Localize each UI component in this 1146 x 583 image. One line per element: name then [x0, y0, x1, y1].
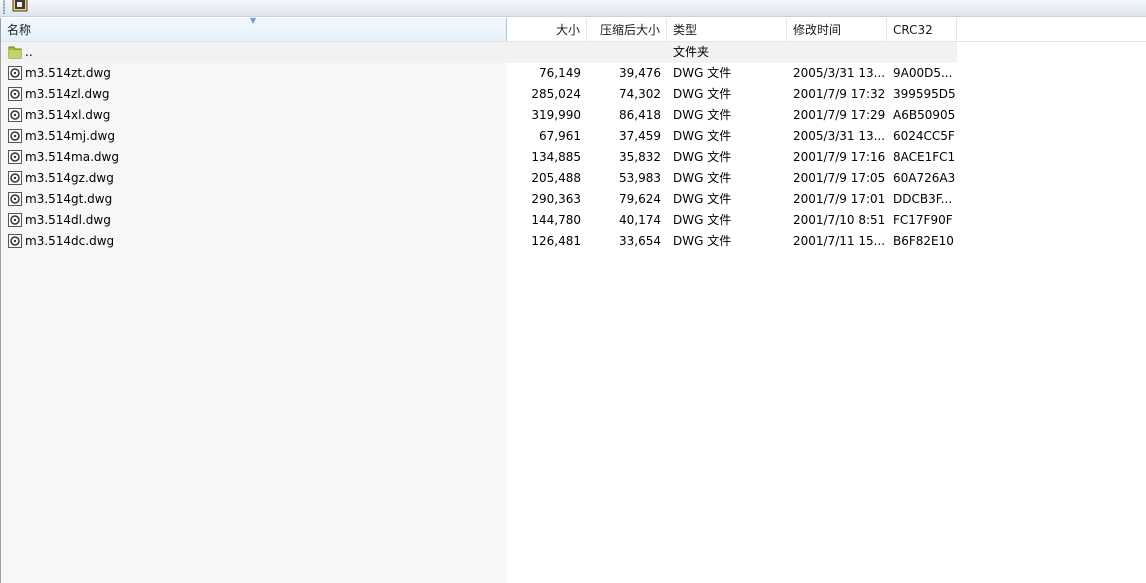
file-modified: 2005/3/31 13...	[793, 129, 886, 143]
file-size: 319,990	[531, 108, 581, 122]
column-header-packed[interactable]: 压缩后大小	[587, 18, 667, 41]
file-modified: 2005/3/31 13...	[793, 66, 886, 80]
dwg-file-icon	[7, 128, 23, 144]
file-name: m3.514zl.dwg	[25, 87, 110, 101]
file-row[interactable]: m3.514zl.dwg 285,024 74,302 DWG 文件 2001/7/9 …	[1, 84, 957, 105]
file-size: 144,780	[531, 213, 581, 227]
file-modified: 2001/7/9 17:01	[793, 192, 886, 206]
file-modified: 2001/7/11 15...	[793, 234, 886, 248]
file-row[interactable]: m3.514gz.dwg 205,488 53,983 DWG 文件 2001/7/9 …	[1, 168, 957, 189]
parent-folder-name: ..	[25, 45, 33, 59]
file-row[interactable]: m3.514dl.dwg 144,780 40,174 DWG 文件 2001/7/10…	[1, 210, 957, 231]
file-packed-size: 53,983	[619, 171, 661, 185]
file-row[interactable]: m3.514zt.dwg 76,149 39,476 DWG 文件 2005/3/31 …	[1, 63, 957, 84]
toolbar-grip[interactable]	[3, 0, 5, 14]
dwg-file-icon	[7, 233, 23, 249]
file-crc: FC17F90F	[893, 213, 953, 227]
dwg-file-icon	[7, 86, 23, 102]
file-size: 126,481	[531, 234, 581, 248]
column-header-crc[interactable]: CRC32	[887, 18, 957, 41]
dwg-file-icon	[7, 170, 23, 186]
file-packed-size: 79,624	[619, 192, 661, 206]
file-size: 134,885	[531, 150, 581, 164]
file-crc: 9A00D5...	[893, 66, 953, 80]
file-row[interactable]: m3.514mj.dwg 67,961 37,459 DWG 文件 2005/3/31 …	[1, 126, 957, 147]
file-type: DWG 文件	[673, 234, 732, 248]
file-row[interactable]: m3.514dc.dwg 126,481 33,654 DWG 文件 2001/7/11…	[1, 231, 957, 252]
file-packed-size: 33,654	[619, 234, 661, 248]
file-crc: A6B50905	[893, 108, 956, 122]
dwg-file-icon	[7, 149, 23, 165]
file-packed-size: 35,832	[619, 150, 661, 164]
file-type: DWG 文件	[673, 192, 732, 206]
file-modified: 2001/7/9 17:32	[793, 87, 886, 101]
parent-folder-row[interactable]: .. 文件夹	[1, 42, 957, 63]
file-name: m3.514dc.dwg	[25, 234, 115, 248]
file-row[interactable]: m3.514gt.dwg 290,363 79,624 DWG 文件 2001/7/9 …	[1, 189, 957, 210]
file-name: m3.514xl.dwg	[25, 108, 111, 122]
dwg-file-icon	[7, 107, 23, 123]
toolbar	[0, 0, 1146, 17]
file-type: DWG 文件	[673, 150, 732, 164]
file-size: 76,149	[539, 66, 581, 80]
file-name: m3.514mj.dwg	[25, 129, 115, 143]
column-header-modified[interactable]: 修改时间	[787, 18, 887, 41]
file-type: DWG 文件	[673, 213, 732, 227]
file-crc: DDCB3F...	[893, 192, 953, 206]
file-modified: 2001/7/10 8:51	[793, 213, 886, 227]
file-name: m3.514gt.dwg	[25, 192, 113, 206]
column-header-type[interactable]: 类型	[667, 18, 787, 41]
file-name: m3.514ma.dwg	[25, 150, 119, 164]
column-header-name-label: 名称	[7, 23, 32, 37]
file-crc: 8ACE1FC1	[893, 150, 956, 164]
parent-folder-type: 文件夹	[673, 45, 710, 59]
file-crc: 60A726A3	[893, 171, 956, 185]
column-header-modified-label: 修改时间	[793, 23, 842, 37]
file-packed-size: 74,302	[619, 87, 661, 101]
file-packed-size: 37,459	[619, 129, 661, 143]
file-name: m3.514gz.dwg	[25, 171, 114, 185]
column-header-packed-label: 压缩后大小	[599, 23, 660, 37]
folder-up-icon	[7, 44, 23, 60]
file-name: m3.514zt.dwg	[25, 66, 111, 80]
column-header-type-label: 类型	[673, 23, 698, 37]
file-crc: 6024CC5F	[893, 129, 955, 143]
file-modified: 2001/7/9 17:16	[793, 150, 886, 164]
file-row[interactable]: m3.514ma.dwg 134,885 35,832 DWG 文件 2001/7/9 …	[1, 147, 957, 168]
sort-ascending-icon: ▼	[250, 16, 257, 25]
file-modified: 2001/7/9 17:05	[793, 171, 886, 185]
file-size: 205,488	[531, 171, 581, 185]
file-size: 67,961	[539, 129, 581, 143]
file-name: m3.514dl.dwg	[25, 213, 111, 227]
file-row[interactable]: m3.514xl.dwg 319,990 86,418 DWG 文件 2001/7/9 …	[1, 105, 957, 126]
file-modified: 2001/7/9 17:29	[793, 108, 886, 122]
file-size: 285,024	[531, 87, 581, 101]
file-crc: 399595D5	[893, 87, 956, 101]
file-size: 290,363	[531, 192, 581, 206]
dwg-file-icon	[7, 65, 23, 81]
file-list[interactable]: 名称 ▼ 大小 压缩后大小 类型 修改时间 CRC32 .. 文件夹 m3.51…	[0, 16, 1146, 583]
column-header-crc-label: CRC32	[893, 23, 933, 37]
column-header-size[interactable]: 大小	[507, 18, 587, 41]
file-packed-size: 39,476	[619, 66, 661, 80]
file-type: DWG 文件	[673, 66, 732, 80]
file-packed-size: 86,418	[619, 108, 661, 122]
file-type: DWG 文件	[673, 129, 732, 143]
file-type: DWG 文件	[673, 87, 732, 101]
file-crc: B6F82E10	[893, 234, 954, 248]
column-header-size-label: 大小	[555, 23, 580, 37]
column-header-bar: 名称 ▼ 大小 压缩后大小 类型 修改时间 CRC32	[1, 16, 1146, 42]
dwg-file-icon	[7, 212, 23, 228]
extract-button-icon[interactable]	[11, 0, 30, 15]
file-packed-size: 40,174	[619, 213, 661, 227]
file-type: DWG 文件	[673, 108, 732, 122]
dwg-file-icon	[7, 191, 23, 207]
file-type: DWG 文件	[673, 171, 732, 185]
